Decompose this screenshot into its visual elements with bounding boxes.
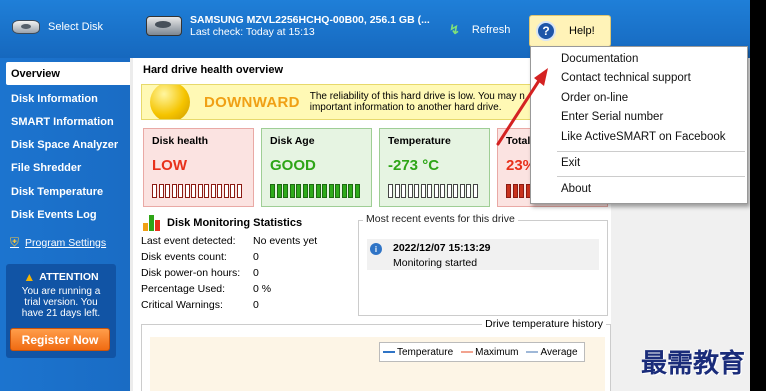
hard-disk-icon <box>146 14 182 38</box>
info-icon: i <box>370 243 382 255</box>
event-item[interactable]: i 2022/12/07 15:13:29 Monitoring started <box>367 239 599 270</box>
stat-value: 0 % <box>253 283 272 295</box>
bar-chart-icon <box>143 215 160 231</box>
legend-line <box>383 351 395 353</box>
disk-model: SAMSUNG MZVL2256HCHQ-00B00, 256.1 GB (..… <box>190 14 430 26</box>
card-value: GOOD <box>270 157 316 174</box>
sidebar-item-label: SMART Information <box>11 115 114 128</box>
legend-item-temperature: Temperature <box>383 347 453 358</box>
legend-line <box>526 351 539 353</box>
annotation-arrow <box>496 68 548 146</box>
event-message: Monitoring started <box>393 257 478 269</box>
event-date: 2022/12/07 15:13:29 <box>393 242 491 254</box>
sidebar-item-label: Overview <box>11 67 60 80</box>
refresh-button[interactable]: ↯ Refresh <box>449 22 510 38</box>
question-icon: ? <box>536 21 556 41</box>
stat-row: Last event detected: No events yet <box>141 235 317 247</box>
stat-label: Percentage Used: <box>141 283 226 295</box>
program-settings-label: Program Settings <box>25 236 107 249</box>
legend-label: Maximum <box>475 346 519 358</box>
select-disk-label: Select Disk <box>48 21 104 33</box>
stat-value: 0 <box>253 251 259 263</box>
sidebar-item-label: Disk Space Analyzer <box>11 139 119 152</box>
menu-separator <box>557 151 745 152</box>
stat-label: Last event detected: <box>141 235 236 247</box>
attention-text: You are running a trial version. You hav… <box>21 286 101 319</box>
sidebar-item-label: Disk Events Log <box>11 208 97 221</box>
card-label: Disk health <box>152 135 209 147</box>
menu-separator <box>557 176 745 177</box>
recent-events-box: Most recent events for this drive i 2022… <box>358 213 608 316</box>
register-now-button[interactable]: Register Now <box>10 328 110 351</box>
sidebar-item-file-shredder[interactable]: File Shredder <box>0 157 130 180</box>
legend-label: Temperature <box>397 346 454 358</box>
sidebar-item-label: Disk Temperature <box>11 185 104 198</box>
stat-row: Percentage Used: 0 % <box>141 283 271 295</box>
stat-row: Critical Warnings: 0 <box>141 299 259 311</box>
stats-title: Disk Monitoring Statistics <box>167 217 303 229</box>
status-light-icon <box>150 85 190 119</box>
sidebar-item-label: Disk Information <box>11 92 98 105</box>
sidebar-item-disk-space-analyzer[interactable]: Disk Space Analyzer <box>0 134 130 157</box>
disk-health-card: Disk health LOW <box>143 128 254 207</box>
stat-row: Disk power-on hours: 0 <box>141 267 259 279</box>
menu-item-facebook[interactable]: Like ActiveSMART on Facebook <box>561 131 726 143</box>
chart-legend: Temperature Maximum Average <box>379 342 585 362</box>
menu-item-contact-support[interactable]: Contact technical support <box>561 72 691 84</box>
app-window: Select Disk SAMSUNG MZVL2256HCHQ-00B00, … <box>0 0 750 391</box>
legend-item-average: Average <box>526 346 578 358</box>
current-disk-info: SAMSUNG MZVL2256HCHQ-00B00, 256.1 GB (..… <box>146 14 430 39</box>
card-value: LOW <box>152 157 187 174</box>
help-menu: Documentation Contact technical support … <box>530 46 748 204</box>
sidebar-item-disk-events-log[interactable]: Disk Events Log <box>0 203 130 226</box>
level-bar <box>270 184 360 198</box>
help-button[interactable]: ? Help! <box>529 15 611 47</box>
menu-item-order-online[interactable]: Order on-line <box>561 92 628 104</box>
menu-item-about[interactable]: About <box>561 183 591 195</box>
menu-item-enter-serial[interactable]: Enter Serial number <box>561 111 663 123</box>
level-bar <box>152 184 242 198</box>
sidebar-item-smart-information[interactable]: SMART Information <box>0 110 130 133</box>
temperature-history-title: Drive temperature history <box>482 318 606 330</box>
stat-value: No events yet <box>253 235 318 247</box>
legend-line <box>461 351 474 353</box>
attention-title: ▲ ATTENTION <box>6 270 116 284</box>
stat-label: Critical Warnings: <box>141 299 223 311</box>
stat-row: Disk events count: 0 <box>141 251 259 263</box>
warning-icon: ▲ <box>23 270 36 284</box>
legend-item-maximum: Maximum <box>461 347 518 358</box>
alert-status: DOWNWARD <box>204 93 300 111</box>
help-label: Help! <box>569 25 595 37</box>
events-title: Most recent events for this drive <box>363 213 518 225</box>
attention-title-text: ATTENTION <box>39 271 99 283</box>
legend-label: Average <box>540 346 578 358</box>
refresh-label: Refresh <box>471 24 511 36</box>
stat-value: 0 <box>253 299 259 311</box>
menu-item-documentation[interactable]: Documentation <box>561 53 638 65</box>
sidebar-item-label: File Shredder <box>11 162 82 175</box>
watermark: 最需教育 <box>641 349 746 379</box>
last-check: Last check: Today at 15:13 <box>190 26 315 38</box>
sidebar-item-disk-information[interactable]: Disk Information <box>0 87 130 110</box>
menu-item-exit[interactable]: Exit <box>561 157 580 169</box>
temperature-card: Temperature -273 °C <box>379 128 490 207</box>
level-bar <box>388 184 478 198</box>
stats-header: Disk Monitoring Statistics <box>143 215 302 231</box>
stat-label: Disk power-on hours: <box>141 267 241 279</box>
card-value: -273 °C <box>388 157 440 174</box>
section-title: Hard drive health overview <box>143 64 283 76</box>
refresh-icon: ↯ <box>449 22 460 37</box>
sidebar-item-disk-temperature[interactable]: Disk Temperature <box>0 180 130 203</box>
card-label: Disk Age <box>270 135 315 147</box>
hard-disk-icon <box>12 20 40 34</box>
select-disk-button[interactable]: Select Disk <box>12 20 103 34</box>
stat-label: Disk events count: <box>141 251 227 263</box>
shield-icon: ⛨ <box>10 235 20 249</box>
program-settings-link[interactable]: ⛨ Program Settings <box>10 235 106 250</box>
card-label: Temperature <box>388 135 451 147</box>
sidebar-item-overview[interactable]: Overview <box>6 62 130 86</box>
disk-age-card: Disk Age GOOD <box>261 128 372 207</box>
stat-value: 0 <box>253 267 259 279</box>
